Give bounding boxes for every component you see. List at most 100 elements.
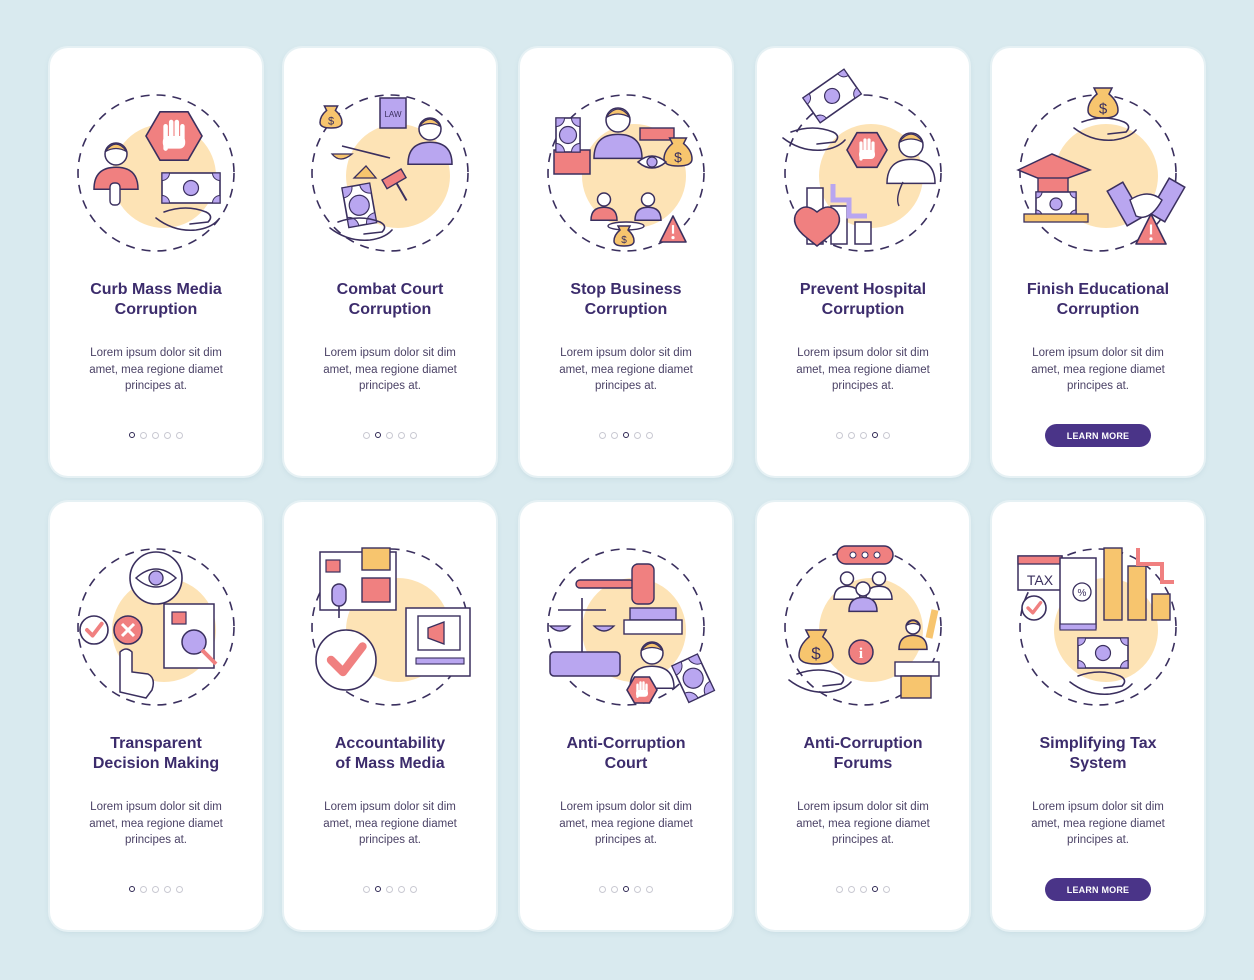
card-description-line-1: Lorem ipsum dolor sit dim [797,801,929,813]
pagination-dot[interactable] [140,432,147,439]
card-title-line-2: Corruption [821,301,905,318]
pagination-dot[interactable] [611,432,618,439]
card-title: Anti-Corruption Court [530,734,722,774]
pagination-dots [520,886,732,893]
card-description-line-2: amet, mea regione diamet [323,363,457,376]
pagination-dot-active[interactable] [129,886,135,892]
card-description-line-3: principes at. [594,834,657,846]
card-description-line-2: amet, mea regione diamet [323,817,457,830]
card-description: Lorem ipsum dolor sit dim amet, mea regi… [542,345,710,395]
card-title-line-1: Transparent [110,735,202,752]
onboarding-card-8: Anti-Corruption Court Lorem ipsum dolor … [520,502,732,930]
pagination-dot-active[interactable] [623,432,629,438]
pagination-dot[interactable] [398,432,405,439]
pagination-dot[interactable] [611,886,618,893]
pagination-dot[interactable] [164,432,171,439]
pagination-dot[interactable] [883,432,890,439]
svg-text:TAX: TAX [1027,572,1054,588]
pagination-dot[interactable] [646,432,653,439]
onboarding-card-3: $ $ Stop Business Corruption Lorem ipsum … [520,48,732,476]
svg-text:i: i [859,646,863,662]
pagination-dot[interactable] [152,886,159,893]
pagination-dot[interactable] [860,432,867,439]
card-description-line-2: amet, mea regione diamet [559,817,693,830]
pagination-dot[interactable] [848,886,855,893]
pagination-dot[interactable] [410,886,417,893]
pagination-dot[interactable] [176,432,183,439]
pagination-dot[interactable] [410,432,417,439]
banknote-icon [1035,191,1077,217]
learn-more-button[interactable]: LEARN MORE [1045,424,1151,447]
pagination-dot[interactable] [860,886,867,893]
pagination-dot[interactable] [634,886,641,893]
card-description-line-1: Lorem ipsum dolor sit dim [90,801,222,813]
gavel-scales-book-judge-stop-icon [546,542,716,712]
pagination-dot[interactable] [363,432,370,439]
card-title-line-2: Corruption [584,301,668,318]
pagination-dot[interactable] [883,886,890,893]
pagination-dot-active[interactable] [872,886,878,892]
pagination-dot[interactable] [386,432,393,439]
card-title-line-1: Simplifying Tax [1039,735,1157,752]
pagination-dot[interactable] [164,886,171,893]
card-title-line-2: of Mass Media [335,755,445,772]
onboarding-card-5: $ Finish Educational Corruption Lorem ip… [992,48,1204,476]
learn-more-button[interactable]: LEARN MORE [1045,878,1151,901]
card-title-line-2: Corruption [1056,301,1140,318]
card-title: Transparent Decision Making [60,734,252,774]
eye-icon [129,551,183,605]
open-hand-icon [788,669,852,694]
pagination-dots [757,886,969,893]
svg-text:LAW: LAW [384,110,401,119]
card-title-line-1: Combat Court [336,281,444,298]
info-icon: i [848,639,874,665]
card-title: Combat Court Corruption [294,280,486,320]
card-description-line-3: principes at. [831,380,894,392]
svg-text:$: $ [621,235,627,246]
pagination-dot[interactable] [363,886,370,893]
tax-calendar-receipt-declining-chart-icon: TAX% [1017,547,1177,706]
card-description-line-1: Lorem ipsum dolor sit dim [1032,347,1164,359]
card-description-line-3: principes at. [594,380,657,392]
onboarding-card-4: Prevent Hospital Corruption Lorem ipsum … [757,48,969,476]
pagination-dot[interactable] [848,432,855,439]
speech-bubble-icon [836,545,894,565]
banknote-icon [1077,637,1129,669]
card-description-line-1: Lorem ipsum dolor sit dim [90,347,222,359]
card-title-line-1: Curb Mass Media [90,281,222,298]
card-description: Lorem ipsum dolor sit dim amet, mea regi… [1014,345,1182,395]
pagination-dot[interactable] [599,432,606,439]
pagination-dot[interactable] [398,886,405,893]
card-description-line-3: principes at. [1066,834,1129,846]
pagination-dot[interactable] [599,886,606,893]
pagination-dot[interactable] [140,886,147,893]
card-description-line-3: principes at. [124,834,187,846]
pagination-dot-active[interactable] [375,432,381,438]
pagination-dot-active[interactable] [872,432,878,438]
card-description-line-2: amet, mea regione diamet [796,817,930,830]
card-description-line-3: principes at. [124,380,187,392]
card-description: Lorem ipsum dolor sit dim amet, mea regi… [306,345,474,395]
pagination-dot[interactable] [836,886,843,893]
banknote-icon [161,172,221,204]
warning-icon [659,215,687,243]
pagination-dot[interactable] [152,432,159,439]
pagination-dot[interactable] [386,886,393,893]
pagination-dot[interactable] [836,432,843,439]
card-description: Lorem ipsum dolor sit dim amet, mea regi… [1014,799,1182,849]
microphone-icon [109,182,121,206]
money-bag-icon: $ [319,105,343,129]
doctor-heart-chart-stop-hand-icon [782,68,943,258]
money-bag-icon: $ [1087,87,1119,119]
pagination-dots [284,886,496,893]
briefcase-icon [553,149,591,175]
card-title: Prevent Hospital Corruption [767,280,959,320]
pagination-dot-active[interactable] [623,886,629,892]
pagination-dot[interactable] [634,432,641,439]
checkmark-icon [79,615,109,645]
card-description-line-2: amet, mea regione diamet [1031,363,1165,376]
pagination-dot-active[interactable] [375,886,381,892]
pagination-dot-active[interactable] [129,432,135,438]
pagination-dot[interactable] [176,886,183,893]
pagination-dot[interactable] [646,886,653,893]
